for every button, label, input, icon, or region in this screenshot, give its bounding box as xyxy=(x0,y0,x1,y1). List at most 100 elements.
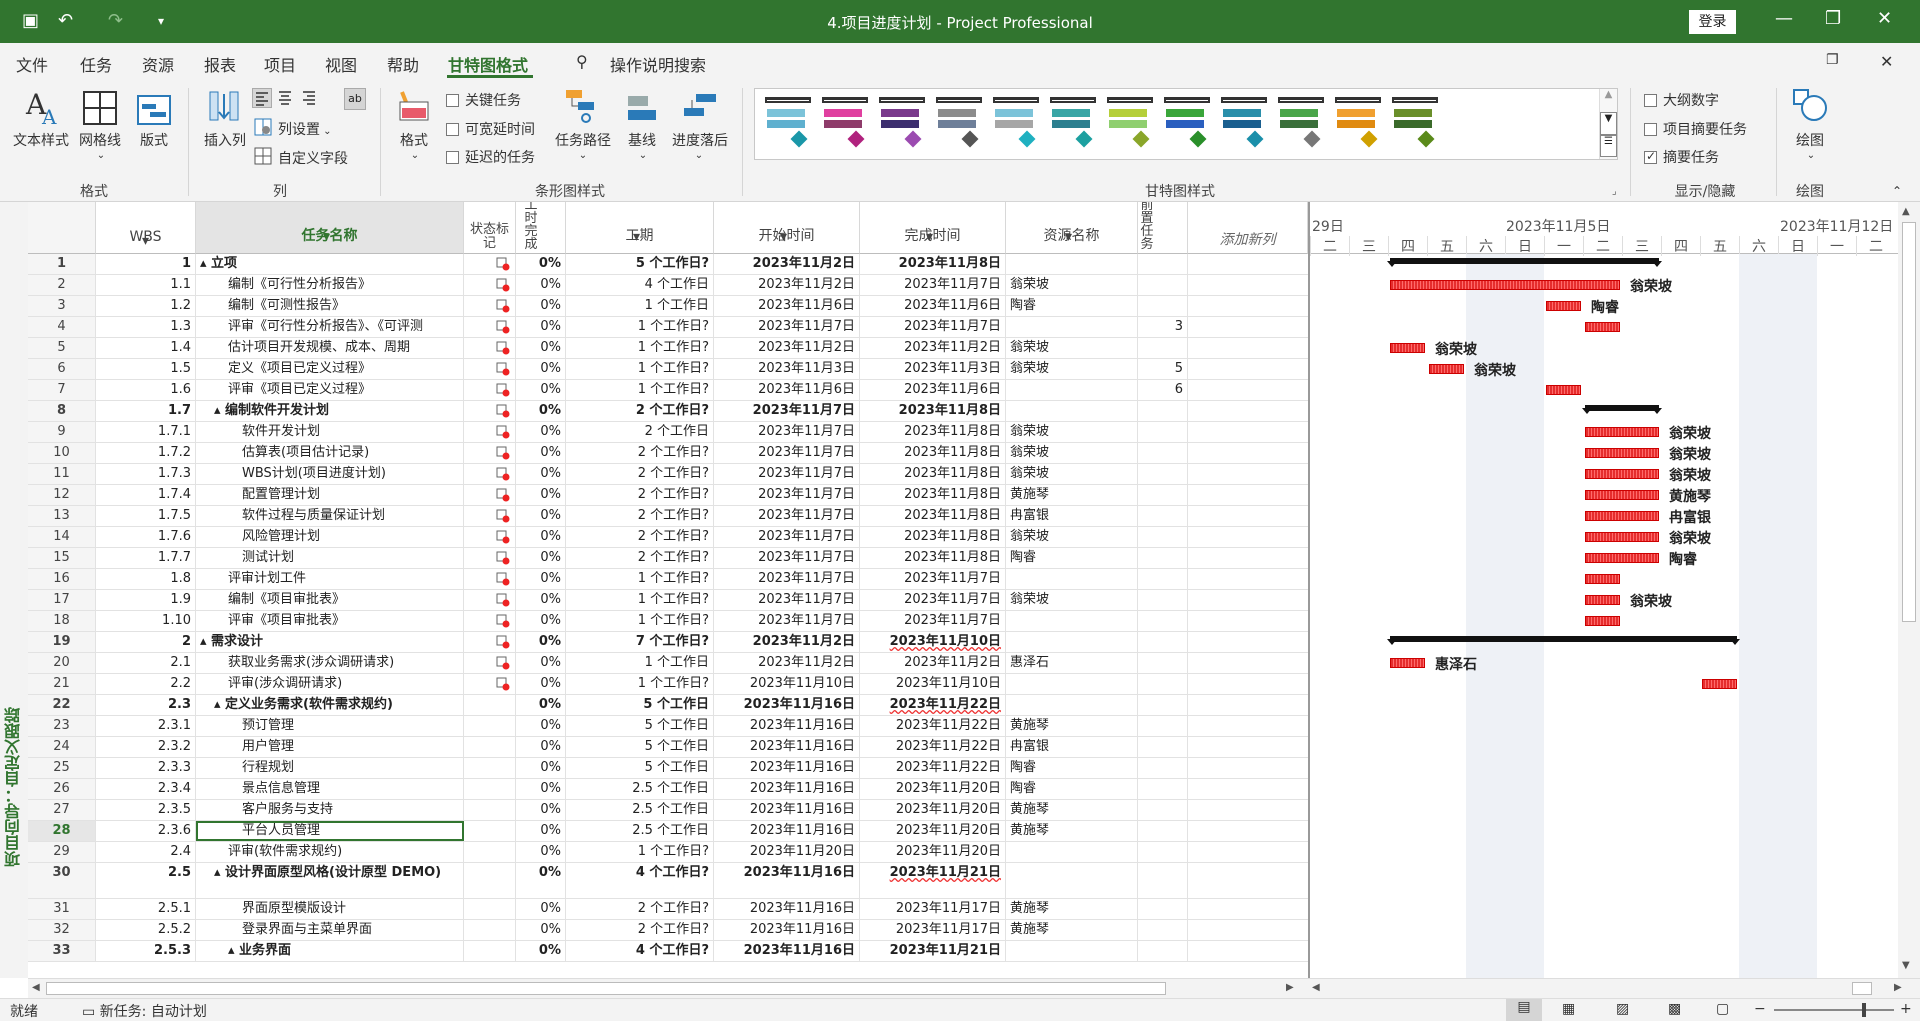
indicator-cell[interactable] xyxy=(464,401,516,421)
gantt-style-swatch[interactable] xyxy=(1050,97,1096,149)
tab-file[interactable]: 文件 xyxy=(16,52,48,76)
gantt-summary-bar[interactable] xyxy=(1387,636,1740,645)
tab-task[interactable]: 任务 xyxy=(80,52,112,76)
finish-cell[interactable]: 2023年11月22日 xyxy=(860,758,1006,778)
gantt-style-swatch[interactable] xyxy=(822,97,868,149)
indicator-cell[interactable] xyxy=(464,359,516,379)
tab-project[interactable]: 项目 xyxy=(264,52,296,76)
wbs-cell[interactable]: 1.7.7 xyxy=(96,548,196,568)
add-column-cell[interactable] xyxy=(1188,800,1308,820)
start-cell[interactable]: 2023年11月20日 xyxy=(714,842,860,862)
start-cell[interactable]: 2023年11月7日 xyxy=(714,464,860,484)
finish-cell[interactable]: 2023年11月8日 xyxy=(860,443,1006,463)
resource-cell[interactable]: 陶睿 xyxy=(1006,296,1138,316)
finish-cell[interactable]: 2023年11月17日 xyxy=(860,899,1006,919)
finish-cell[interactable]: 2023年11月7日 xyxy=(860,317,1006,337)
duration-cell[interactable]: 2.5 个工作日 xyxy=(566,821,714,841)
start-cell[interactable]: 2023年11月16日 xyxy=(714,863,860,898)
start-cell[interactable]: 2023年11月16日 xyxy=(714,758,860,778)
wbs-cell[interactable]: 1.8 xyxy=(96,569,196,589)
indicator-cell[interactable] xyxy=(464,653,516,673)
predecessors-cell[interactable] xyxy=(1138,590,1188,610)
resource-cell[interactable] xyxy=(1006,254,1138,274)
duration-cell[interactable]: 2.5 个工作日 xyxy=(566,800,714,820)
tab-report[interactable]: 报表 xyxy=(204,52,236,76)
task-name-cell[interactable]: 行程规划 xyxy=(196,758,464,778)
resource-cell[interactable] xyxy=(1006,842,1138,862)
task-path-button[interactable]: 任务路径 xyxy=(552,130,614,150)
add-column-cell[interactable] xyxy=(1188,941,1308,961)
wbs-cell[interactable]: 2.3.4 xyxy=(96,779,196,799)
predecessors-cell[interactable] xyxy=(1138,527,1188,547)
start-cell[interactable]: 2023年11月16日 xyxy=(714,899,860,919)
column-header-finish[interactable]: 完成时间 ▾ xyxy=(860,202,1006,254)
task-name-cell[interactable]: ▴ 业务界面 xyxy=(196,941,464,961)
baseline-button[interactable]: 基线 xyxy=(620,130,664,150)
table-row[interactable]: 29 2.4 评审(软件需求规约) 0% 1 个工作日? 2023年11月20日 2023年… xyxy=(28,842,1308,863)
gantt-task-bar[interactable] xyxy=(1390,280,1620,290)
work-complete-cell[interactable]: 0% xyxy=(516,716,566,736)
predecessors-cell[interactable] xyxy=(1138,275,1188,295)
indicator-cell[interactable] xyxy=(464,275,516,295)
duration-cell[interactable]: 1 个工作日 xyxy=(566,296,714,316)
predecessors-cell[interactable] xyxy=(1138,842,1188,862)
table-row[interactable]: 15 1.7.7 测试计划 0% 2 个工作日? 2023年11月7日 2023年11月8日… xyxy=(28,548,1308,569)
predecessors-cell[interactable] xyxy=(1138,821,1188,841)
table-row[interactable]: 7 1.6 评审《项目已定义过程》 0% 1 个工作日? 2023年11月6日 2023年1… xyxy=(28,380,1308,401)
table-row[interactable]: 13 1.7.5 软件过程与质量保证计划 0% 2 个工作日? 2023年11月7日 202… xyxy=(28,506,1308,527)
work-complete-cell[interactable]: 0% xyxy=(516,941,566,961)
predecessors-cell[interactable] xyxy=(1138,296,1188,316)
indicator-cell[interactable] xyxy=(464,920,516,940)
row-id[interactable]: 10 xyxy=(28,443,96,463)
add-column-cell[interactable] xyxy=(1188,317,1308,337)
task-name-cell[interactable]: 配置管理计划 xyxy=(196,485,464,505)
wbs-cell[interactable]: 1.9 xyxy=(96,590,196,610)
add-column-cell[interactable] xyxy=(1188,737,1308,757)
resource-cell[interactable] xyxy=(1006,863,1138,898)
resource-cell[interactable]: 翁荣坡 xyxy=(1006,443,1138,463)
indicator-cell[interactable] xyxy=(464,695,516,715)
indicator-cell[interactable] xyxy=(464,485,516,505)
start-cell[interactable]: 2023年11月6日 xyxy=(714,296,860,316)
wrap-text-icon[interactable]: ab xyxy=(344,88,366,110)
task-name-cell[interactable]: 评审(软件需求规约) xyxy=(196,842,464,862)
task-name-cell[interactable]: 平台人员管理 xyxy=(196,821,464,841)
predecessors-cell[interactable]: 3 xyxy=(1138,317,1188,337)
gantt-summary-bar[interactable] xyxy=(1387,258,1662,267)
finish-cell[interactable]: 2023年11月2日 xyxy=(860,653,1006,673)
gantt-task-bar[interactable] xyxy=(1585,469,1659,479)
gantt-task-bar[interactable] xyxy=(1585,595,1620,605)
row-id[interactable]: 33 xyxy=(28,941,96,961)
work-complete-cell[interactable]: 0% xyxy=(516,359,566,379)
predecessors-cell[interactable] xyxy=(1138,800,1188,820)
finish-cell[interactable]: 2023年11月2日 xyxy=(860,338,1006,358)
scroll-up-icon[interactable]: ▲ xyxy=(1902,206,1910,217)
indicator-cell[interactable] xyxy=(464,338,516,358)
tab-gantt-format[interactable]: 甘特图格式 xyxy=(448,52,528,76)
add-column-cell[interactable] xyxy=(1188,632,1308,652)
work-complete-cell[interactable]: 0% xyxy=(516,275,566,295)
row-id[interactable]: 30 xyxy=(28,863,96,898)
resource-cell[interactable] xyxy=(1006,611,1138,631)
gantt-style-swatch[interactable] xyxy=(1335,97,1381,149)
predecessors-cell[interactable] xyxy=(1138,338,1188,358)
work-complete-cell[interactable]: 0% xyxy=(516,842,566,862)
start-cell[interactable]: 2023年11月7日 xyxy=(714,527,860,547)
late-tasks-checkbox[interactable]: 延迟的任务 xyxy=(446,147,535,167)
task-name-cell[interactable]: 估算表(项目估计记录) xyxy=(196,443,464,463)
add-column-cell[interactable] xyxy=(1188,611,1308,631)
finish-cell[interactable]: 2023年11月10日 xyxy=(860,632,1006,652)
start-cell[interactable]: 2023年11月16日 xyxy=(714,716,860,736)
resource-cell[interactable]: 黄施琴 xyxy=(1006,920,1138,940)
scroll-down-icon[interactable]: ▼ xyxy=(1902,960,1910,971)
wbs-cell[interactable]: 1.7.3 xyxy=(96,464,196,484)
duration-cell[interactable]: 1 个工作日? xyxy=(566,317,714,337)
task-name-cell[interactable]: ▴ 立项 xyxy=(196,254,464,274)
add-column-cell[interactable] xyxy=(1188,254,1308,274)
align-center-icon[interactable] xyxy=(276,88,296,108)
duration-cell[interactable]: 2 个工作日? xyxy=(566,899,714,919)
work-complete-cell[interactable]: 0% xyxy=(516,569,566,589)
task-name-cell[interactable]: ▴ 编制软件开发计划 xyxy=(196,401,464,421)
work-complete-cell[interactable]: 0% xyxy=(516,317,566,337)
predecessors-cell[interactable]: 5 xyxy=(1138,359,1188,379)
